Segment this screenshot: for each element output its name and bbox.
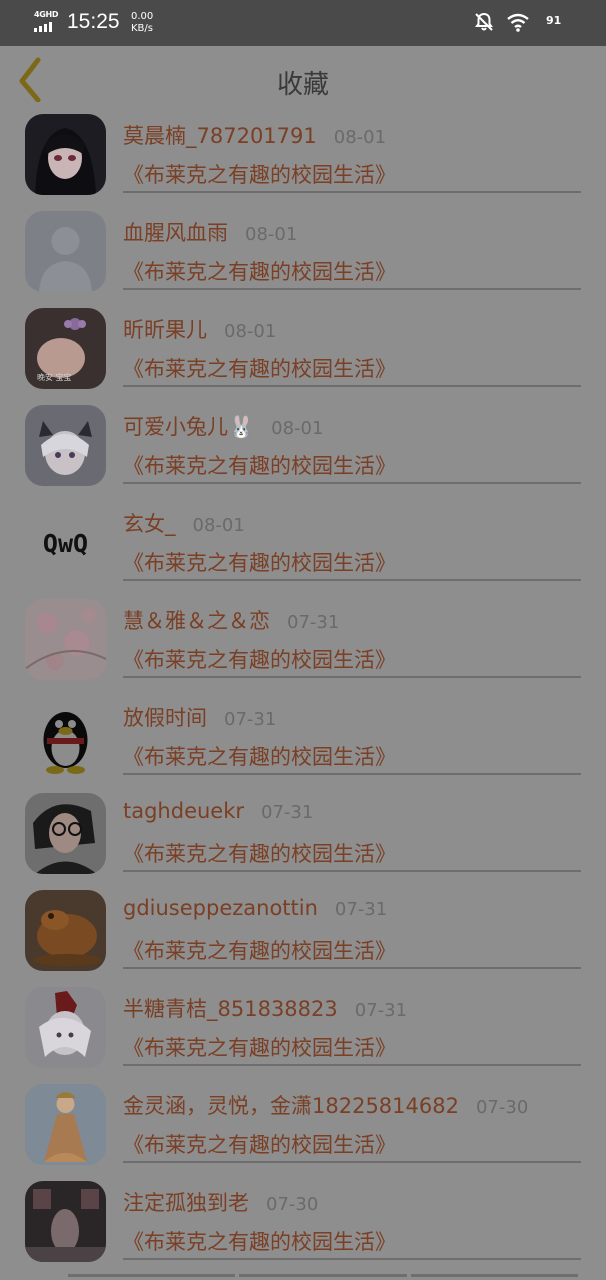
- signal-icon: [34, 22, 52, 32]
- wifi-icon: [507, 13, 529, 32]
- username[interactable]: 注定孤独到老: [123, 1187, 249, 1217]
- username[interactable]: 可爱小兔儿🐰: [123, 411, 254, 441]
- list-item[interactable]: 血腥风血雨 08-01 《布莱克之有趣的校园生活》: [0, 211, 606, 308]
- date: 07-30: [266, 1194, 319, 1215]
- list-item[interactable]: 半糖青桔_851838823 07-31 《布莱克之有趣的校园生活》: [0, 987, 606, 1084]
- date: 07-30: [475, 1097, 529, 1118]
- date: 07-31: [224, 709, 277, 730]
- username[interactable]: 半糖青桔_851838823: [123, 993, 338, 1023]
- divider: [123, 1064, 581, 1066]
- list-item[interactable]: 注定孤独到老 07-30 《布莱克之有趣的校园生活》: [0, 1181, 606, 1278]
- date: 07-31: [261, 802, 314, 823]
- page-title: 收藏: [276, 70, 329, 100]
- username[interactable]: 放假时间: [123, 702, 207, 732]
- divider: [123, 870, 581, 872]
- bottom-bar-edge: [68, 1274, 578, 1280]
- speed-unit: KB/s: [131, 23, 153, 34]
- svg-text:晚安 宝宝: 晚安 宝宝: [37, 372, 72, 382]
- avatar[interactable]: [25, 696, 106, 777]
- avatar[interactable]: [25, 793, 106, 874]
- divider: [123, 676, 581, 678]
- book-title[interactable]: 《布莱克之有趣的校园生活》: [123, 159, 396, 189]
- list-item[interactable]: 莫晨楠_787201791 08-01 《布莱克之有趣的校园生活》: [0, 114, 606, 211]
- avatar[interactable]: [25, 1181, 106, 1262]
- network-indicator: 4GHD: [34, 10, 60, 34]
- avatar[interactable]: [25, 1084, 106, 1165]
- divider: [123, 1258, 581, 1260]
- list-item[interactable]: gdiuseppezanottin 07-31 《布莱克之有趣的校园生活》: [0, 890, 606, 987]
- list-item[interactable]: QwQ 玄女_ 08-01 《布莱克之有趣的校园生活》: [0, 502, 606, 599]
- date: 08-01: [192, 515, 245, 536]
- divider: [123, 579, 581, 581]
- username[interactable]: 金灵涵，灵悦，金潇18225814682: [123, 1090, 459, 1120]
- list-item[interactable]: 可爱小兔儿🐰 08-01 《布莱克之有趣的校园生活》: [0, 405, 606, 502]
- book-title[interactable]: 《布莱克之有趣的校园生活》: [123, 1032, 396, 1062]
- username[interactable]: taghdeuekr: [123, 799, 244, 823]
- avatar[interactable]: [25, 405, 106, 486]
- favorites-list: 莫晨楠_787201791 08-01 《布莱克之有趣的校园生活》 血腥风血雨 …: [0, 114, 606, 1278]
- date: 08-01: [224, 321, 277, 342]
- date: 07-31: [334, 899, 388, 920]
- book-title[interactable]: 《布莱克之有趣的校园生活》: [123, 935, 396, 965]
- list-item[interactable]: 放假时间 07-31 《布莱克之有趣的校园生活》: [0, 696, 606, 793]
- battery-icon: 91: [542, 13, 572, 31]
- list-item[interactable]: 晚安 宝宝 昕昕果儿 08-01 《布莱克之有趣的校园生活》: [0, 308, 606, 405]
- book-title[interactable]: 《布莱克之有趣的校园生活》: [123, 1129, 396, 1159]
- battery-level: 91: [546, 14, 562, 27]
- date: 08-01: [333, 127, 387, 148]
- username[interactable]: 莫晨楠_787201791: [123, 120, 317, 150]
- divider: [123, 967, 581, 969]
- avatar[interactable]: QwQ: [25, 502, 106, 583]
- avatar[interactable]: [25, 114, 106, 195]
- book-title[interactable]: 《布莱克之有趣的校园生活》: [123, 353, 396, 383]
- svg-text:QwQ: QwQ: [43, 529, 88, 558]
- divider: [123, 482, 581, 484]
- avatar[interactable]: [25, 211, 106, 292]
- date: 08-01: [245, 224, 298, 245]
- book-title[interactable]: 《布莱克之有趣的校园生活》: [123, 450, 396, 480]
- divider: [123, 1161, 581, 1163]
- book-title[interactable]: 《布莱克之有趣的校园生活》: [123, 838, 396, 868]
- date: 08-01: [271, 418, 324, 439]
- speed-value: 0.00: [131, 11, 154, 22]
- list-item[interactable]: taghdeuekr 07-31 《布莱克之有趣的校园生活》: [0, 793, 606, 890]
- book-title[interactable]: 《布莱克之有趣的校园生活》: [123, 741, 396, 771]
- list-item[interactable]: 慧＆雅＆之＆恋 07-31 《布莱克之有趣的校园生活》: [0, 599, 606, 696]
- book-title[interactable]: 《布莱克之有趣的校园生活》: [123, 644, 396, 674]
- username[interactable]: 血腥风血雨: [123, 217, 228, 247]
- list-item[interactable]: 金灵涵，灵悦，金潇18225814682 07-30 《布莱克之有趣的校园生活》: [0, 1084, 606, 1181]
- divider: [123, 191, 581, 193]
- avatar[interactable]: [25, 890, 106, 971]
- date: 07-31: [287, 612, 340, 633]
- book-title[interactable]: 《布莱克之有趣的校园生活》: [123, 1226, 396, 1256]
- divider: [123, 288, 581, 290]
- clock: 15:25: [67, 10, 120, 33]
- book-title[interactable]: 《布莱克之有趣的校园生活》: [123, 256, 396, 286]
- avatar[interactable]: [25, 987, 106, 1068]
- username[interactable]: 慧＆雅＆之＆恋: [123, 605, 270, 635]
- status-icons: 91: [474, 12, 572, 32]
- network-speed: 0.00 KB/s: [131, 11, 153, 35]
- status-bar: 4GHD 15:25 0.00 KB/s 91: [0, 0, 606, 46]
- username[interactable]: gdiuseppezanottin: [123, 896, 318, 920]
- divider: [123, 385, 581, 387]
- avatar[interactable]: 晚安 宝宝: [25, 308, 106, 389]
- avatar[interactable]: [25, 599, 106, 680]
- network-type: 4GHD: [34, 10, 59, 19]
- username[interactable]: 昕昕果儿: [123, 314, 207, 344]
- divider: [123, 773, 581, 775]
- book-title[interactable]: 《布莱克之有趣的校园生活》: [123, 547, 396, 577]
- mute-bell-icon: [475, 12, 493, 31]
- username[interactable]: 玄女_: [123, 508, 176, 538]
- date: 07-31: [354, 1000, 408, 1021]
- title-bar: 收藏: [0, 46, 606, 114]
